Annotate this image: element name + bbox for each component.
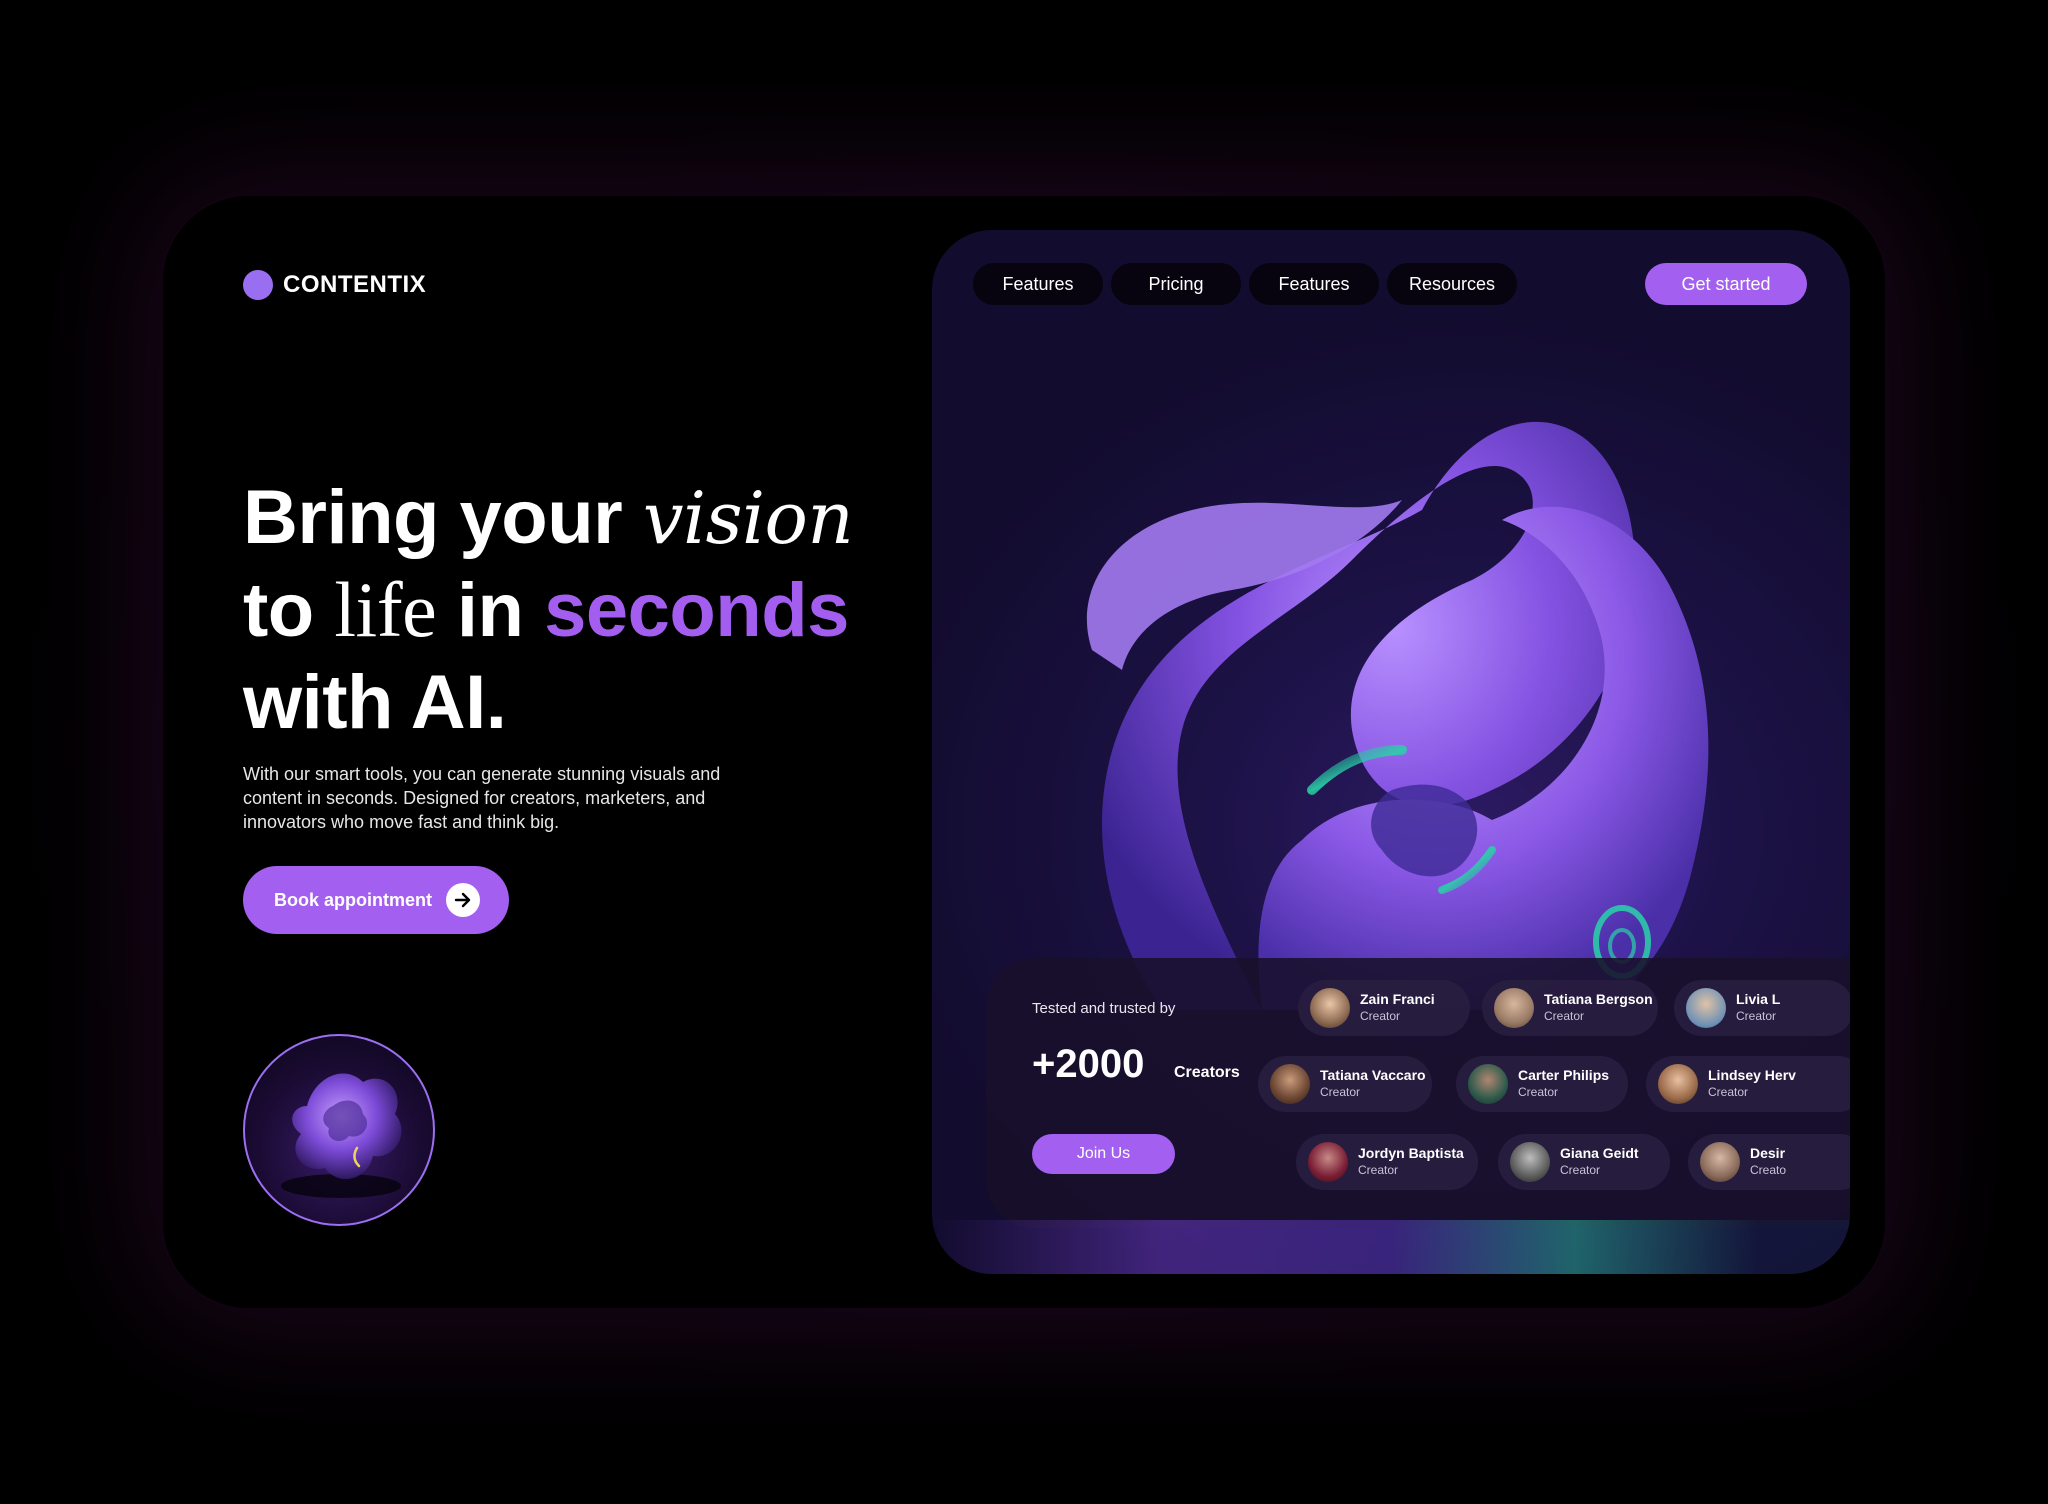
creator-name: Lindsey Herv bbox=[1708, 1067, 1796, 1083]
headline-line-2: to life in seconds bbox=[243, 564, 853, 657]
hero-visual-panel: Features Pricing Features Resources Get … bbox=[932, 230, 1850, 1274]
panel-bottom-glow bbox=[932, 1220, 1850, 1274]
nav-item-features[interactable]: Features bbox=[973, 263, 1103, 305]
creator-role: Creato bbox=[1750, 1163, 1787, 1177]
creator-chip[interactable]: Lindsey Herv Creator bbox=[1646, 1056, 1850, 1112]
creator-name: Tatiana Vaccaro bbox=[1320, 1067, 1426, 1083]
trusted-by-title: Tested and trusted by bbox=[1032, 1000, 1176, 1017]
creator-name: Jordyn Baptista bbox=[1358, 1145, 1464, 1161]
creator-count-label: Creators bbox=[1174, 1064, 1240, 1081]
creator-chip[interactable]: Zain Franci Creator bbox=[1298, 980, 1470, 1036]
join-us-button[interactable]: Join Us bbox=[1032, 1134, 1175, 1174]
avatar bbox=[1510, 1142, 1550, 1182]
arrow-right-icon bbox=[446, 883, 480, 917]
creator-name: Desir bbox=[1750, 1145, 1786, 1161]
headline-serif-word: vision bbox=[642, 476, 854, 560]
creator-role: Creator bbox=[1320, 1085, 1361, 1099]
creator-role: Creator bbox=[1560, 1163, 1601, 1177]
creator-role: Creator bbox=[1518, 1085, 1559, 1099]
creator-name: Giana Geidt bbox=[1560, 1145, 1639, 1161]
avatar bbox=[1308, 1142, 1348, 1182]
trusted-by-card: Tested and trusted by +2000 Creators Joi… bbox=[986, 958, 1850, 1228]
hero-headline: Bring your vision to life in seconds wit… bbox=[243, 472, 854, 749]
creator-role: Creator bbox=[1358, 1163, 1399, 1177]
headline-line-3: with AI. bbox=[243, 660, 507, 745]
nav-item-resources[interactable]: Resources bbox=[1387, 263, 1517, 305]
hero-description: With our smart tools, you can generate s… bbox=[243, 764, 721, 832]
creator-role: Creator bbox=[1544, 1009, 1585, 1023]
creator-chip[interactable]: Livia L Creator bbox=[1674, 980, 1850, 1036]
avatar bbox=[1468, 1064, 1508, 1104]
get-started-button[interactable]: Get started bbox=[1645, 263, 1807, 305]
nav-item-features-2[interactable]: Features bbox=[1249, 263, 1379, 305]
brand-name: CONTENTIX bbox=[283, 271, 427, 298]
book-appointment-label: Book appointment bbox=[274, 889, 432, 910]
creator-role: Creator bbox=[1736, 1009, 1777, 1023]
headline-line-1: Bring your vision bbox=[243, 472, 854, 564]
creator-name: Zain Franci bbox=[1360, 991, 1435, 1007]
abstract-shape-icon bbox=[281, 1073, 402, 1198]
creator-name: Livia L bbox=[1736, 991, 1781, 1007]
preview-thumbnail[interactable] bbox=[243, 1034, 435, 1226]
headline-text: Bring your bbox=[243, 475, 643, 560]
creator-chip[interactable]: Giana Geidt Creator bbox=[1498, 1134, 1670, 1190]
creator-role: Creator bbox=[1360, 1009, 1401, 1023]
creator-chip[interactable]: Carter Philips Creator bbox=[1456, 1056, 1628, 1112]
creator-chip[interactable]: Jordyn Baptista Creator bbox=[1296, 1134, 1478, 1190]
headline-text: in bbox=[436, 568, 545, 653]
creator-role: Creator bbox=[1708, 1085, 1749, 1099]
avatar bbox=[1658, 1064, 1698, 1104]
creator-chip[interactable]: Tatiana Bergson Creator bbox=[1482, 980, 1658, 1036]
main-nav: Features Pricing Features Resources bbox=[973, 263, 1517, 305]
avatar bbox=[1494, 988, 1534, 1028]
brand-logo[interactable]: CONTENTIX bbox=[243, 270, 426, 300]
headline-accent-word: seconds bbox=[544, 568, 849, 653]
avatar bbox=[1310, 988, 1350, 1028]
creator-name: Carter Philips bbox=[1518, 1067, 1610, 1083]
book-appointment-button[interactable]: Book appointment bbox=[243, 866, 509, 934]
headline-text: to bbox=[243, 568, 335, 653]
avatar bbox=[1686, 988, 1726, 1028]
creator-name: Tatiana Bergson bbox=[1544, 991, 1653, 1007]
avatar bbox=[1270, 1064, 1310, 1104]
creator-chip[interactable]: Tatiana Vaccaro Creator bbox=[1258, 1056, 1432, 1112]
logo-dot-icon bbox=[243, 270, 273, 300]
creator-chip[interactable]: Desir Creato bbox=[1688, 1134, 1850, 1190]
avatar bbox=[1700, 1142, 1740, 1182]
nav-item-pricing[interactable]: Pricing bbox=[1111, 263, 1241, 305]
headline-serif-word: life bbox=[334, 566, 437, 653]
creator-count: +2000 bbox=[1032, 1042, 1145, 1086]
